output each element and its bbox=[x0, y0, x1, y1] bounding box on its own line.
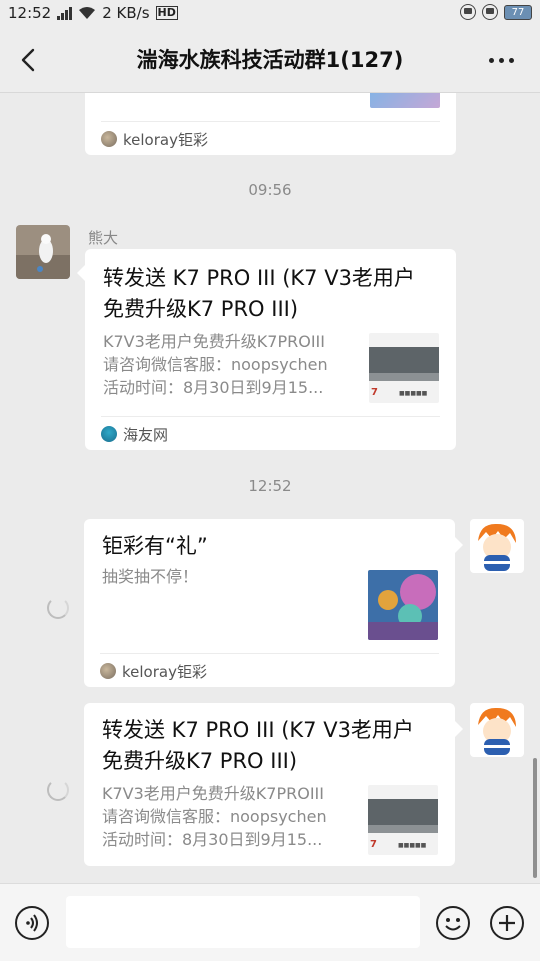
card-thumbnail: 7 ■■■■■ bbox=[369, 333, 439, 403]
card-title-line-1: 转发送 K7 PRO III (K7 V3老用户 bbox=[102, 718, 414, 742]
card-desc-line-1: 抽奖抽不停！ bbox=[102, 567, 199, 586]
card-title-line-2: 免费升级K7 PRO III) bbox=[102, 749, 298, 773]
card-desc-line-1: K7V3老用户免费升级K7PROIII bbox=[102, 784, 324, 803]
card-desc-line-3: 活动时间：8月30日到9月15... bbox=[102, 830, 323, 849]
bubble-tail bbox=[455, 537, 463, 553]
message-input[interactable] bbox=[66, 896, 420, 948]
battery-icon: 77 bbox=[504, 4, 532, 20]
scrollbar[interactable] bbox=[533, 758, 537, 878]
status-right: 77 bbox=[460, 4, 532, 20]
haiyou-logo-icon bbox=[101, 426, 117, 442]
more-icon[interactable] bbox=[489, 58, 514, 63]
network-speed: 2 KB/s bbox=[102, 4, 150, 22]
sender-name: 熊大 bbox=[88, 229, 119, 247]
message-card[interactable]: 转发送 K7 PRO III (K7 V3老用户 免费升级K7 PRO III)… bbox=[84, 703, 455, 866]
sending-spinner-icon bbox=[47, 597, 69, 619]
source-name: keloray钜彩 bbox=[122, 662, 207, 681]
status-time: 12:52 bbox=[8, 4, 52, 22]
timestamp: 09:56 bbox=[248, 181, 292, 199]
chat-area[interactable]: keloray钜彩 09:56 熊大 转发送 K7 PRO III (K7 V3… bbox=[0, 93, 540, 883]
card-thumbnail: 7 ■■■■■ bbox=[368, 785, 438, 855]
card-desc-line-3: 活动时间：8月30日到9月15... bbox=[103, 378, 324, 397]
card-title-line-1: 转发送 K7 PRO III (K7 V3老用户 bbox=[103, 266, 415, 290]
message-card[interactable]: 转发送 K7 PRO III (K7 V3老用户 免费升级K7 PRO III)… bbox=[85, 249, 456, 450]
avatar[interactable] bbox=[470, 703, 524, 757]
card-thumbnail bbox=[368, 570, 438, 640]
avatar[interactable] bbox=[470, 519, 524, 573]
voice-icon[interactable] bbox=[15, 906, 49, 940]
card-source: 海友网 bbox=[101, 416, 440, 451]
card-desc-line-2: 请咨询微信客服：noopsychen bbox=[102, 807, 327, 826]
alarm-icon bbox=[460, 4, 476, 20]
timestamp: 12:52 bbox=[248, 477, 292, 495]
status-left: 12:52 2 KB/s HD bbox=[8, 4, 178, 22]
hd-badge: HD bbox=[155, 6, 178, 20]
source-name: keloray钜彩 bbox=[123, 130, 208, 149]
sending-spinner-icon bbox=[47, 779, 69, 801]
keloray-logo-icon bbox=[100, 663, 116, 679]
input-bar bbox=[0, 883, 540, 961]
svg-text:7: 7 bbox=[371, 387, 378, 398]
chat-title: 湍海水族科技活动群1(127) bbox=[136, 48, 404, 72]
lock-rotation-icon bbox=[482, 4, 498, 20]
card-title-line-1: 钜彩有“礼” bbox=[102, 534, 208, 558]
message-card[interactable]: 钜彩有“礼” 抽奖抽不停！ keloray钜彩 bbox=[84, 519, 455, 687]
svg-text:7: 7 bbox=[370, 839, 377, 850]
wifi-icon bbox=[79, 7, 96, 19]
plus-icon[interactable] bbox=[490, 906, 524, 940]
avatar[interactable] bbox=[16, 225, 70, 279]
card-desc-line-1: K7V3老用户免费升级K7PROIII bbox=[103, 332, 325, 351]
status-bar: 12:52 2 KB/s HD 77 bbox=[0, 0, 540, 28]
source-name: 海友网 bbox=[123, 425, 169, 444]
signal-icon bbox=[57, 6, 73, 20]
card-source: keloray钜彩 bbox=[101, 121, 440, 156]
emoji-icon[interactable] bbox=[436, 906, 470, 940]
bubble-tail bbox=[455, 721, 463, 737]
keloray-logo-icon bbox=[101, 131, 117, 147]
svg-text:■■■■■: ■■■■■ bbox=[399, 390, 428, 397]
card-title-line-2: 免费升级K7 PRO III) bbox=[103, 297, 299, 321]
bubble-tail bbox=[77, 265, 85, 281]
card-thumbnail bbox=[370, 93, 440, 108]
card-source: keloray钜彩 bbox=[100, 653, 439, 688]
card-desc-line-2: 请咨询微信客服：noopsychen bbox=[103, 355, 328, 374]
message-card-partial[interactable]: keloray钜彩 bbox=[85, 93, 456, 155]
svg-text:■■■■■: ■■■■■ bbox=[398, 842, 427, 849]
nav-bar: 湍海水族科技活动群1(127) bbox=[0, 28, 540, 93]
